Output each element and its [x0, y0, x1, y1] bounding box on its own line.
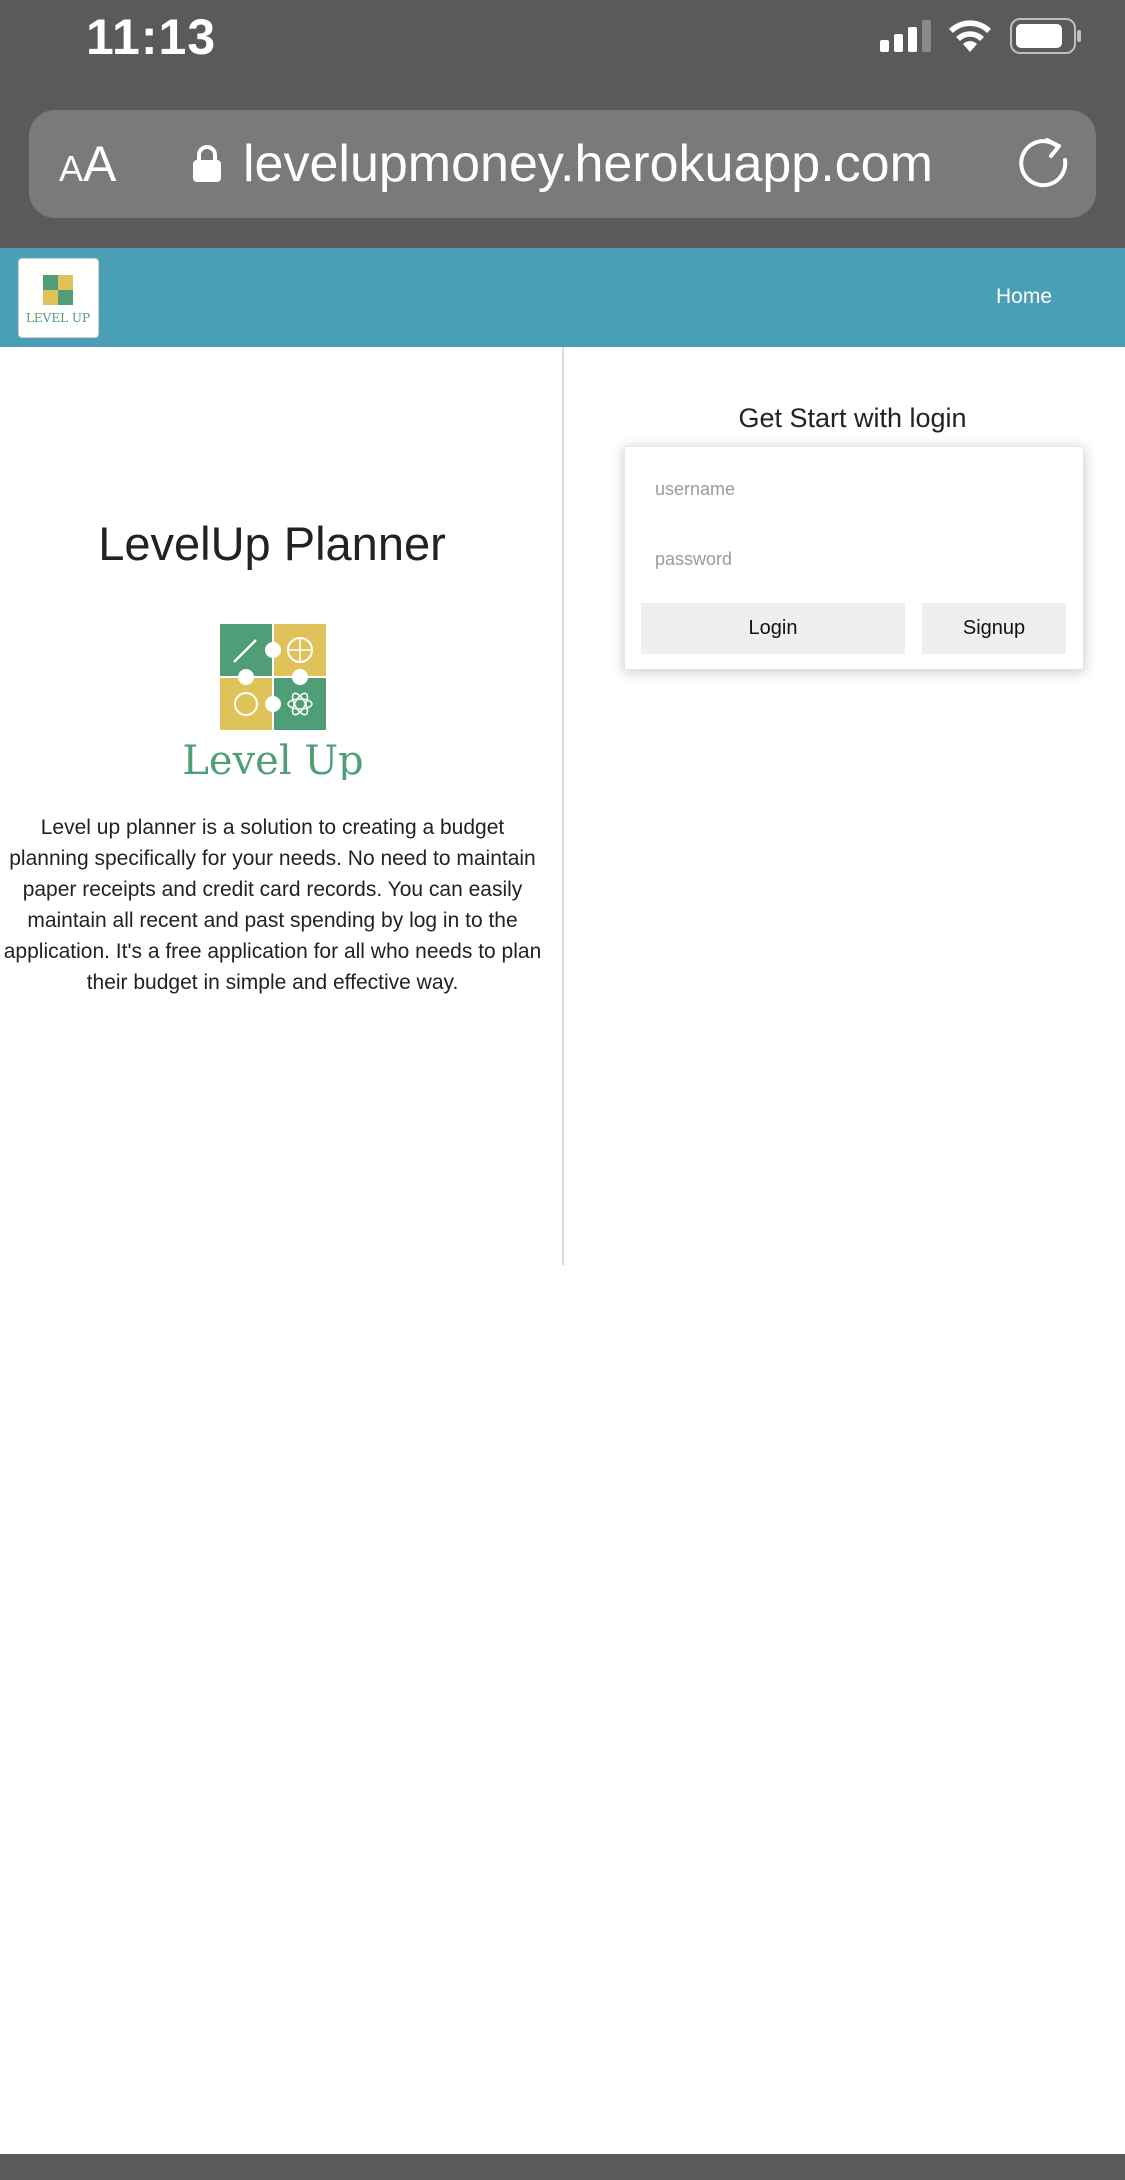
- text-size-button[interactable]: AA: [59, 136, 116, 197]
- cellular-signal-icon: [880, 20, 931, 52]
- battery-icon: [1010, 18, 1081, 54]
- login-heading: Get Start with login: [738, 403, 967, 433]
- nav-home-link[interactable]: Home: [996, 284, 1052, 310]
- nav-logo[interactable]: LEVEL UP: [18, 258, 99, 338]
- url-text[interactable]: levelupmoney.herokuapp.com: [243, 134, 933, 194]
- level-up-logo-icon: LEVEL UP: [26, 275, 90, 325]
- lock-icon: [193, 145, 221, 182]
- username-input[interactable]: [639, 463, 1069, 515]
- svg-text:LEVEL UP: LEVEL UP: [26, 311, 90, 325]
- column-divider: [562, 347, 564, 1265]
- signup-button[interactable]: Signup: [922, 603, 1066, 654]
- svg-text:Level Up: Level Up: [182, 738, 363, 780]
- wifi-icon: [949, 20, 991, 52]
- level-up-puzzle-logo: Level Up: [182, 624, 364, 780]
- description-text: Level up planner is a solution to creati…: [3, 816, 542, 994]
- status-time: 11:13: [86, 9, 217, 65]
- browser-chrome: 11:13 AA levelupmoney.herokuapp.com: [0, 0, 1125, 248]
- address-bar[interactable]: AA levelupmoney.herokuapp.com: [29, 110, 1096, 218]
- login-button[interactable]: Login: [641, 603, 905, 654]
- login-form: Login Signup: [624, 446, 1084, 670]
- page-title: LevelUp Planner: [98, 517, 446, 570]
- site-navbar: LEVEL UP Home: [0, 248, 1125, 347]
- browser-bottom-bar: [0, 2154, 1125, 2180]
- reload-icon[interactable]: [1017, 136, 1073, 192]
- password-input[interactable]: [639, 533, 1069, 585]
